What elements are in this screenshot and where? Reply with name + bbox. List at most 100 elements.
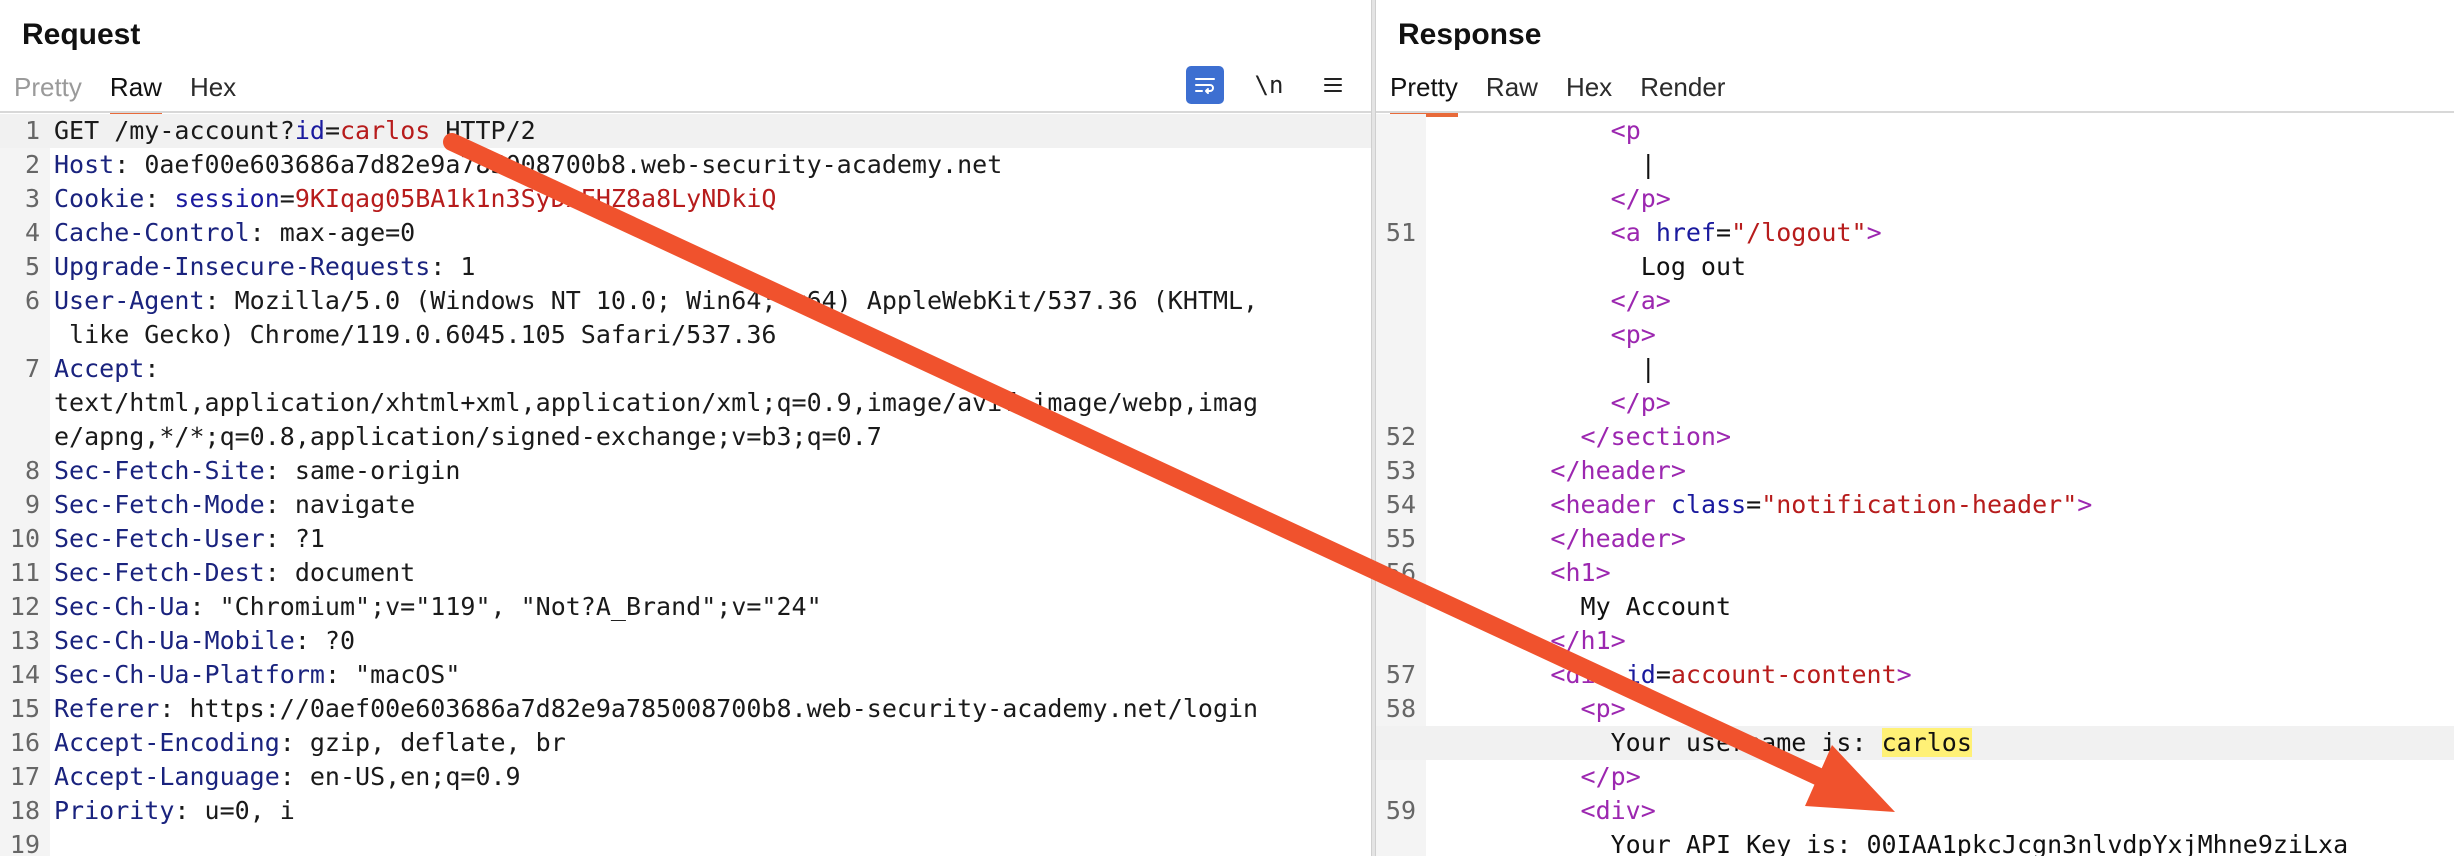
header-name: Upgrade-Insecure-Requests — [54, 252, 431, 281]
request-line: text/html,application/xhtml+xml,applicat… — [0, 386, 1372, 420]
header-value: like Gecko) Chrome/119.0.6045.105 Safari… — [54, 320, 777, 349]
request-line-code: like Gecko) Chrome/119.0.6045.105 Safari… — [54, 318, 776, 352]
response-line-code: <p> — [1430, 318, 1656, 352]
response-line-code: Log out — [1430, 250, 1746, 284]
tag-name: header — [1565, 490, 1656, 519]
tag-open: < — [1610, 218, 1626, 247]
attr-name: href — [1655, 218, 1717, 247]
request-tab-raw[interactable]: Raw — [109, 66, 162, 117]
show-newlines-button[interactable]: \n — [1250, 66, 1288, 104]
request-editor[interactable]: 1 GET /my-account?id=carlos HTTP/2 2 Host: … — [0, 114, 1372, 856]
header-name: Sec-Fetch-Dest — [54, 558, 265, 587]
response-line-code: <header class="notification-header"> — [1430, 488, 2092, 522]
tag-close: > — [2077, 490, 2093, 519]
line-number: 9 — [24, 490, 40, 519]
header-name: Referer — [54, 694, 160, 723]
tag-close: > — [1896, 660, 1912, 689]
line-number: 11 — [9, 558, 40, 587]
tag-open: < — [1550, 558, 1566, 587]
response-editor[interactable]: <p | </p> 51 <a href="/logout"> Log out <… — [1376, 114, 2454, 856]
response-panel: Response Pretty Raw Hex Render <p | </p> 51 … — [1376, 0, 2454, 856]
response-line-code: <p> — [1430, 692, 1626, 726]
response-line-code: </section> — [1430, 420, 1732, 454]
response-line-code: My Account — [1430, 590, 1732, 624]
tag-name: h1 — [1580, 626, 1611, 655]
line-number: 3 — [24, 184, 40, 213]
line-number: 4 — [24, 218, 40, 247]
request-tab-hex[interactable]: Hex — [190, 66, 236, 117]
tag-close: > — [1595, 558, 1611, 587]
request-line-code: Cookie: session=9KIqag05BA1k1n3SyDxEHZ8a… — [54, 182, 776, 216]
request-line: 3 Cookie: session=9KIqag05BA1k1n3SyDxEHZ8… — [0, 182, 1372, 216]
request-line: 16 Accept-Encoding: gzip, deflate, br — [0, 726, 1372, 760]
response-tab-hex[interactable]: Hex — [1566, 66, 1612, 117]
header-value: : https://0aef00e603686a7d82e9a785008700… — [159, 694, 1259, 723]
request-line-code: Sec-Fetch-Site: same-origin — [54, 454, 460, 488]
tag-name: section — [1610, 422, 1716, 451]
request-panel: Request Pretty Raw Hex \n 1 GET /my-account… — [0, 0, 1372, 856]
request-line-code: text/html,application/xhtml+xml,applicat… — [54, 386, 1258, 420]
request-title: Request — [22, 18, 141, 51]
request-tab-pretty[interactable]: Pretty — [14, 66, 82, 117]
response-line-code: | — [1430, 148, 1656, 182]
line-number: 5 — [24, 252, 40, 281]
header-value: : same-origin — [264, 456, 461, 485]
tag-name: p — [1595, 694, 1611, 723]
request-line: 12 Sec-Ch-Ua: "Chromium";v="119", "Not?A_… — [0, 590, 1372, 624]
header-name: Host — [54, 150, 115, 179]
tag-close: > — [1655, 388, 1671, 417]
response-line: Log out — [1376, 250, 2454, 284]
header-value: : gzip, deflate, br — [279, 728, 566, 757]
request-line: 10 Sec-Fetch-User: ?1 — [0, 522, 1372, 556]
request-line-code: Sec-Fetch-Dest: document — [54, 556, 415, 590]
response-line: 54 <header class="notification-header"> — [1376, 488, 2454, 522]
header-value: : document — [264, 558, 416, 587]
request-line-code: Accept-Language: en-US,en;q=0.9 — [54, 760, 521, 794]
response-tab-raw[interactable]: Raw — [1486, 66, 1538, 117]
response-tab-render[interactable]: Render — [1640, 66, 1725, 117]
response-line-code: </h1> — [1430, 624, 1625, 658]
response-line-code: <div id=account-content> — [1430, 658, 1912, 692]
tag-name: div — [1565, 660, 1611, 689]
wrap-lines-icon[interactable] — [1186, 66, 1224, 104]
tag-name: p — [1625, 320, 1641, 349]
tag-name: p — [1640, 184, 1656, 213]
tag-close: > — [1670, 456, 1686, 485]
line-number: 15 — [9, 694, 40, 723]
tag-name: h1 — [1565, 558, 1596, 587]
line-number: 17 — [9, 762, 40, 791]
text-content: Your username is: — [1610, 728, 1882, 757]
attr-value: account-content — [1670, 660, 1897, 689]
attr-eq: = — [1746, 490, 1762, 519]
line-number: 10 — [9, 524, 40, 553]
line-number: 57 — [1385, 660, 1416, 689]
response-title: Response — [1398, 18, 1542, 51]
response-line-code: </header> — [1430, 454, 1686, 488]
request-line: 11 Sec-Fetch-Dest: document — [0, 556, 1372, 590]
line-number: 19 — [9, 830, 40, 856]
request-line-rest: HTTP/2 — [430, 116, 536, 145]
attr-name: id — [1625, 660, 1656, 689]
request-line: 1 GET /my-account?id=carlos HTTP/2 — [0, 114, 1372, 148]
hamburger-menu-icon[interactable] — [1314, 66, 1352, 104]
request-line-code: Priority: u=0, i — [54, 794, 295, 828]
line-number: 54 — [1385, 490, 1416, 519]
response-line: </a> — [1376, 284, 2454, 318]
header-name: Accept-Encoding — [54, 728, 280, 757]
request-line-code: Accept: — [54, 352, 159, 386]
response-tab-pretty[interactable]: Pretty — [1390, 66, 1458, 117]
header-value: : u=0, i — [174, 796, 295, 825]
response-line: 59 <div> — [1376, 794, 2454, 828]
attr-value: "/logout" — [1731, 218, 1867, 247]
header-value: : navigate — [264, 490, 416, 519]
response-line: <p — [1376, 114, 2454, 148]
tag-open: </ — [1610, 388, 1641, 417]
request-line: 6 User-Agent: Mozilla/5.0 (Windows NT 10.… — [0, 284, 1372, 318]
